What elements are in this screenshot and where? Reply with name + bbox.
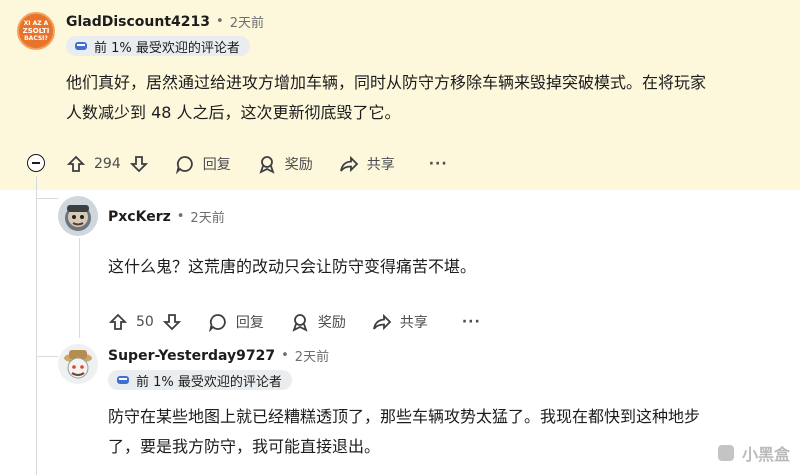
- comment-line: 了，要是我方防守，我可能直接退出。: [108, 437, 381, 456]
- upvote-button[interactable]: [66, 154, 86, 174]
- xiaoheihe-logo-icon: [717, 445, 734, 461]
- comment-actions: 50 回复 奖励 共享 ···: [108, 310, 481, 334]
- comment-body: 这什么鬼？这荒唐的改动只会让防守变得痛苦不堪。: [108, 252, 778, 282]
- comment-header: GladDiscount4213 • 2天前: [66, 12, 264, 32]
- trophy-icon: [116, 374, 130, 386]
- user-flair: 前 1% 最受欢迎的评论者: [108, 370, 292, 390]
- award-icon: [292, 314, 308, 332]
- comment-body: 防守在某些地图上就已经糟糕透顶了，那些车辆攻势太猛了。我现在都快到这种地步 了，…: [108, 402, 788, 462]
- share-button[interactable]: 共享: [339, 154, 395, 174]
- more-options-button[interactable]: ···: [462, 314, 481, 330]
- upvote-icon: [66, 155, 86, 172]
- comment-icon: [175, 156, 193, 174]
- more-options-button[interactable]: ···: [429, 156, 448, 172]
- avatar-snoo-icon: [65, 205, 91, 231]
- user-flair: 前 1% 最受欢迎的评论者: [66, 36, 250, 56]
- award-icon: [259, 156, 275, 174]
- thread-line: [79, 238, 80, 338]
- avatar-text: XI AZ A: [23, 20, 49, 27]
- trophy-icon: [74, 40, 88, 52]
- share-label: 共享: [366, 157, 395, 173]
- comment-icon: [208, 314, 226, 332]
- author-name[interactable]: GladDiscount4213: [66, 14, 210, 30]
- upvote-icon: [108, 313, 128, 330]
- reply-button[interactable]: 回复: [208, 312, 264, 332]
- more-icon: ···: [461, 314, 481, 330]
- separator-dot: •: [216, 14, 224, 29]
- separator-dot: •: [176, 209, 185, 224]
- share-icon: [339, 155, 359, 173]
- timestamp[interactable]: 2天前: [190, 207, 224, 226]
- comment-line: 防守在某些地图上就已经糟糕透顶了，那些车辆攻势太猛了。我现在都快到这种地步: [108, 407, 701, 426]
- avatar-text: ZSOLTI: [22, 27, 50, 35]
- comment-actions: 294 回复 奖励 共享 ···: [66, 152, 448, 176]
- comment-header: Super-Yesterday9727 • 2天前: [108, 346, 329, 366]
- watermark: 小黑盒: [716, 441, 790, 465]
- reply-button[interactable]: 回复: [175, 154, 231, 174]
- downvote-button[interactable]: [162, 312, 182, 332]
- vote-count: 294: [94, 156, 121, 172]
- comment-body: 他们真好，居然通过给进攻方增加车辆，同时从防守方移除车辆来毁掉突破模式。在将玩家…: [66, 68, 786, 128]
- avatar-snoo-icon: [64, 350, 92, 379]
- avatar[interactable]: [58, 344, 98, 384]
- separator-dot: •: [281, 348, 289, 363]
- watermark-text: 小黑盒: [741, 445, 790, 464]
- avatar-text: BACSI?: [24, 35, 48, 42]
- author-name[interactable]: Super-Yesterday9727: [108, 348, 275, 364]
- thread-line: [36, 176, 37, 475]
- reply-label: 回复: [202, 157, 231, 173]
- author-name[interactable]: PxcKerz: [108, 209, 171, 225]
- comment-line: 这什么鬼？这荒唐的改动只会让防守变得痛苦不堪。: [108, 257, 477, 276]
- reply-connector: [36, 198, 58, 199]
- flair-label: 前 1% 最受欢迎的评论者: [136, 374, 282, 390]
- comment-line: 他们真好，居然通过给进攻方增加车辆，同时从防守方移除车辆来毁掉突破模式。在将玩家: [66, 73, 707, 92]
- share-label: 共享: [399, 315, 428, 331]
- reply-label: 回复: [235, 315, 264, 331]
- reply-connector: [36, 356, 58, 357]
- award-label: 奖励: [284, 157, 313, 173]
- timestamp[interactable]: 2天前: [230, 12, 264, 31]
- downvote-button[interactable]: [129, 154, 149, 174]
- more-icon: ···: [428, 156, 448, 172]
- collapse-thread-button[interactable]: [27, 154, 45, 172]
- downvote-icon: [129, 156, 148, 173]
- flair-label: 前 1% 最受欢迎的评论者: [94, 40, 240, 56]
- upvote-button[interactable]: [108, 312, 128, 332]
- vote-count: 50: [136, 314, 154, 330]
- share-button[interactable]: 共享: [372, 312, 428, 332]
- award-button[interactable]: 奖励: [257, 154, 313, 174]
- award-button[interactable]: 奖励: [290, 312, 346, 332]
- share-icon: [372, 313, 392, 331]
- downvote-icon: [162, 314, 182, 331]
- comment-line: 人数减少到 48 人之后，这次更新彻底毁了它。: [66, 103, 401, 122]
- avatar[interactable]: [58, 196, 98, 236]
- award-label: 奖励: [317, 315, 346, 331]
- timestamp[interactable]: 2天前: [295, 346, 329, 365]
- avatar[interactable]: XI AZ A ZSOLTI BACSI?: [17, 12, 55, 50]
- comment-header: PxcKerz • 2天前: [108, 207, 225, 227]
